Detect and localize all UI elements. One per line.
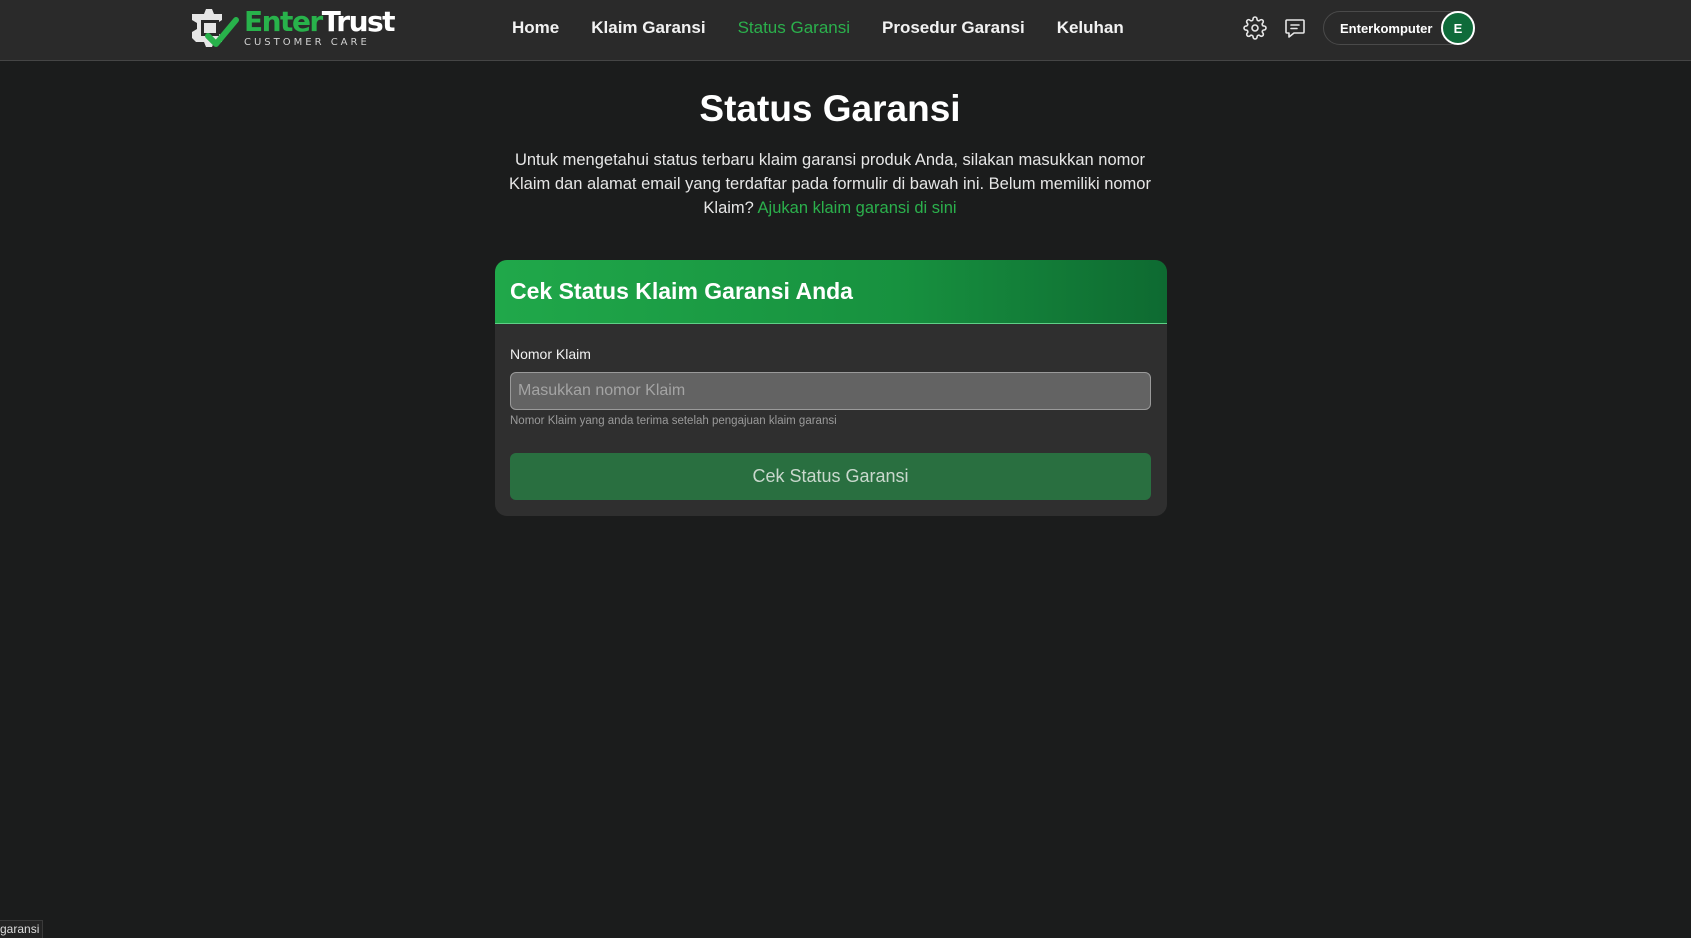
- link-status-tooltip: garansi: [0, 920, 44, 938]
- user-name: Enterkomputer: [1340, 20, 1433, 36]
- nav-keluhan[interactable]: Keluhan: [1057, 18, 1124, 38]
- gear-icon[interactable]: [1243, 16, 1267, 40]
- main-nav: Home Klaim Garansi Status Garansi Prosed…: [512, 0, 1156, 56]
- claim-number-input[interactable]: [510, 372, 1151, 410]
- logo-wordmark: EnterTrust: [244, 5, 396, 38]
- nav-home[interactable]: Home: [512, 18, 559, 38]
- logo-gear-check-icon: [192, 9, 239, 47]
- nav-status-garansi[interactable]: Status Garansi: [738, 18, 850, 38]
- card-title: Cek Status Klaim Garansi Anda: [510, 278, 853, 304]
- top-navbar: EnterTrust CUSTOMER CARE Home Klaim Gara…: [0, 0, 1691, 61]
- nav-prosedur-garansi[interactable]: Prosedur Garansi: [882, 18, 1025, 38]
- nav-klaim-garansi[interactable]: Klaim Garansi: [591, 18, 705, 38]
- claim-number-help: Nomor Klaim yang anda terima setelah pen…: [510, 415, 837, 427]
- card-header: Cek Status Klaim Garansi Anda: [495, 260, 1167, 324]
- brand-logo[interactable]: EnterTrust CUSTOMER CARE: [186, 5, 396, 50]
- user-menu[interactable]: Enterkomputer E: [1323, 11, 1475, 45]
- intro-text: Untuk mengetahui status terbaru klaim ga…: [495, 148, 1165, 220]
- check-status-button[interactable]: Cek Status Garansi: [510, 453, 1151, 500]
- submit-claim-link[interactable]: Ajukan klaim garansi di sini: [758, 199, 957, 217]
- page-title: Status Garansi: [699, 88, 961, 129]
- avatar: E: [1441, 11, 1475, 45]
- chat-icon[interactable]: [1283, 16, 1307, 40]
- claim-number-label: Nomor Klaim: [510, 346, 591, 362]
- status-check-card: Cek Status Klaim Garansi Anda Nomor Klai…: [495, 260, 1167, 516]
- logo-tagline: CUSTOMER CARE: [244, 37, 370, 48]
